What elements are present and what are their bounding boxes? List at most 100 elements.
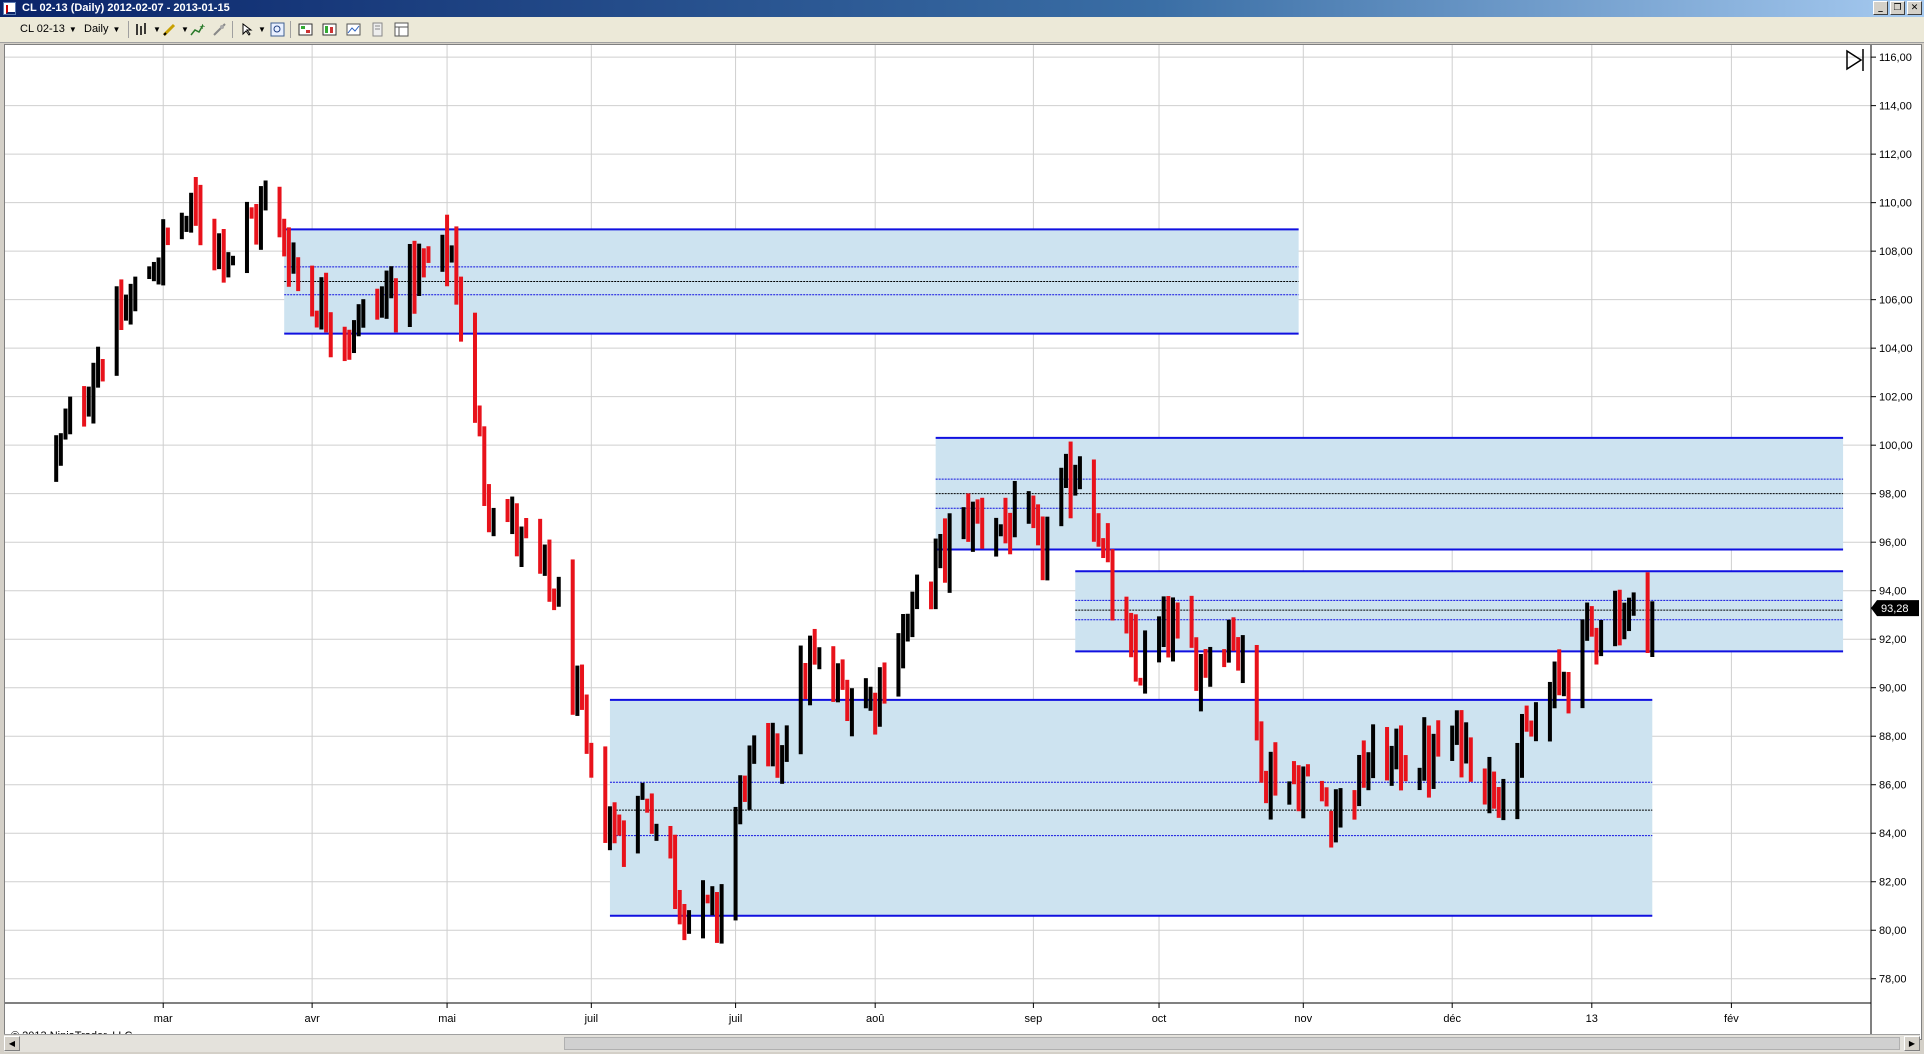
instrument-selector[interactable]: CL 02-13 ▼ xyxy=(20,20,77,39)
price-bar xyxy=(1403,755,1408,782)
price-bar xyxy=(747,745,752,810)
scroll-right-icon[interactable]: ▶ xyxy=(1904,1036,1920,1051)
price-bar xyxy=(1170,597,1175,662)
price-bar xyxy=(1492,771,1497,809)
zoom-icon[interactable] xyxy=(270,22,285,37)
close-icon[interactable]: ✕ xyxy=(1907,1,1922,15)
price-bar xyxy=(1296,765,1301,812)
x-tick-label: 13 xyxy=(1586,1013,1598,1025)
price-bar xyxy=(538,518,543,574)
pencil-icon[interactable] xyxy=(162,22,177,37)
restore-icon[interactable]: ❐ xyxy=(1890,1,1905,15)
minimize-icon[interactable]: _ xyxy=(1873,1,1888,15)
price-bar xyxy=(980,497,985,549)
window-controls: _ ❐ ✕ xyxy=(1873,1,1922,15)
price-bar xyxy=(258,186,263,250)
scroll-to-end-icon[interactable] xyxy=(1846,49,1864,71)
price-bar xyxy=(505,498,510,523)
chevron-down-icon: ▼ xyxy=(181,25,189,34)
price-bar xyxy=(375,288,380,320)
y-tick-label: 84,00 xyxy=(1879,828,1907,840)
price-bar xyxy=(1338,788,1343,828)
x-tick-label: juil xyxy=(584,1013,598,1025)
bar-type-dropdown[interactable]: ▼ xyxy=(149,20,161,39)
price-bar xyxy=(1096,513,1101,547)
price-bar xyxy=(1166,596,1171,658)
price-bar xyxy=(668,825,673,859)
price-bar xyxy=(1566,672,1571,714)
price-bar xyxy=(82,386,87,427)
price-bar xyxy=(1533,702,1538,742)
price-bar xyxy=(1063,453,1068,488)
price-bar xyxy=(640,782,645,800)
price-chart-panel[interactable]: 78,00 80,00 82,00 84,00 86,00 88,00 90,00 92,00… xyxy=(4,44,1922,1042)
price-bar xyxy=(719,884,724,944)
price-bar xyxy=(291,242,296,274)
pointer-dropdown[interactable]: ▼ xyxy=(254,20,266,39)
price-bar xyxy=(510,496,515,535)
data-box-icon[interactable] xyxy=(298,22,313,37)
y-tick-label: 92,00 xyxy=(1879,634,1907,646)
price-bar xyxy=(710,886,715,916)
y-tick-label: 116,00 xyxy=(1879,52,1912,64)
price-bar xyxy=(96,346,101,388)
add-indicator-icon[interactable]: + xyxy=(190,22,206,37)
price-bar xyxy=(752,735,757,764)
price-bar xyxy=(1031,495,1036,529)
price-bar xyxy=(1124,596,1129,634)
x-tick-label: avr xyxy=(304,1013,320,1025)
price-bar xyxy=(282,218,287,257)
price-bar xyxy=(277,186,282,238)
price-bar xyxy=(286,227,291,287)
price-bar xyxy=(179,212,184,240)
interval-selector[interactable]: Daily ▼ xyxy=(84,20,120,39)
price-chart[interactable]: 78,00 80,00 82,00 84,00 86,00 88,00 90,00 92,00… xyxy=(5,45,1921,1035)
strategy-icon[interactable] xyxy=(212,22,227,37)
price-bar xyxy=(1436,720,1441,757)
price-bar xyxy=(417,243,422,296)
template-icon[interactable] xyxy=(370,22,385,37)
horizontal-scrollbar[interactable]: ◀ ▶ xyxy=(4,1034,1920,1052)
price-bar xyxy=(1040,516,1045,581)
scrollbar-thumb[interactable] xyxy=(564,1037,1900,1050)
price-bar xyxy=(1026,491,1031,524)
price-bar xyxy=(133,276,138,312)
price-bar xyxy=(1422,717,1427,781)
price-bar xyxy=(254,204,259,245)
chart-trader-icon[interactable] xyxy=(322,22,337,37)
price-bar xyxy=(519,526,524,568)
price-bar xyxy=(91,362,96,424)
price-bar xyxy=(849,688,854,737)
price-bar xyxy=(1226,619,1231,663)
price-bar xyxy=(1259,721,1264,783)
scroll-left-icon[interactable]: ◀ xyxy=(4,1036,20,1051)
chevron-down-icon: ▼ xyxy=(153,25,161,34)
price-bar xyxy=(1198,654,1203,712)
price-bar xyxy=(552,588,557,611)
price-bar xyxy=(621,820,626,867)
price-bar xyxy=(873,692,878,735)
price-bar xyxy=(938,533,943,569)
last-price-label: 93,28 xyxy=(1881,603,1909,615)
x-tick-label: mar xyxy=(154,1013,173,1025)
drawing-tools-dropdown[interactable]: ▼ xyxy=(177,20,189,39)
price-bar xyxy=(1515,742,1520,820)
chart-window-icon xyxy=(3,2,16,15)
y-tick-label: 94,00 xyxy=(1879,586,1907,598)
price-bar xyxy=(1650,601,1655,657)
interval-label: Daily xyxy=(84,23,109,35)
layout-icon[interactable] xyxy=(394,22,409,37)
price-bar xyxy=(1454,710,1459,745)
price-bar xyxy=(1352,790,1357,820)
bar-chart-icon[interactable] xyxy=(134,22,149,37)
price-bar xyxy=(584,694,589,754)
price-bar xyxy=(1189,595,1194,648)
price-bar xyxy=(1627,597,1632,632)
price-bar xyxy=(915,574,920,610)
price-bar xyxy=(1529,720,1534,737)
price-bar xyxy=(147,266,152,279)
price-bar xyxy=(314,310,319,328)
pointer-icon[interactable] xyxy=(240,22,255,37)
price-bar xyxy=(1487,756,1492,814)
properties-icon[interactable] xyxy=(346,22,361,37)
